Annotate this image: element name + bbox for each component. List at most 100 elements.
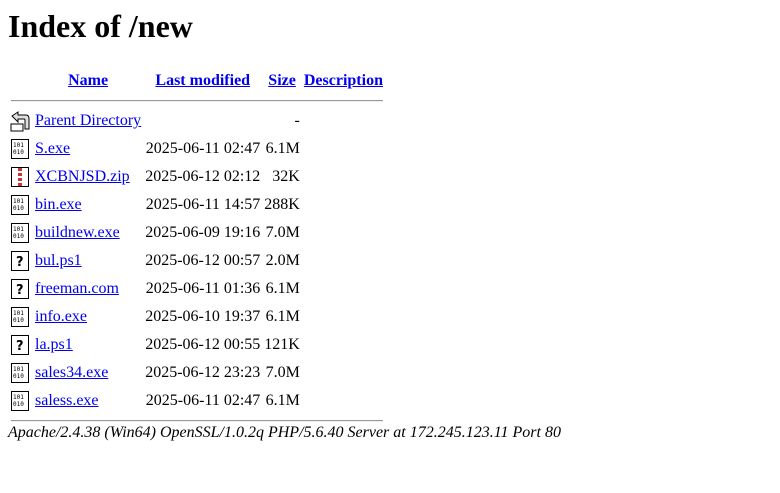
modified-cell: 2025-06-12 00:55 [145, 336, 261, 353]
table-row: ? bul.ps1 2025-06-12 00:57 2.0M [10, 248, 384, 274]
icon-cell: 101 010 [10, 220, 32, 246]
description-cell [303, 276, 384, 302]
table-row: 101 010 S.exe 2025-06-11 02:47 6.1M [10, 136, 384, 162]
binary-icon: 101010 [11, 223, 29, 243]
file-link[interactable]: bin.exe [35, 196, 82, 213]
icon-cell: ? [10, 276, 32, 302]
icon-cell: 101 010 [10, 304, 32, 330]
unknown-file-icon: ? [11, 335, 29, 355]
modified-cell: 2025-06-09 19:16 [145, 224, 261, 241]
binary-icon: 101010 [11, 363, 29, 383]
table-row: ? la.ps1 2025-06-12 00:55 121K [10, 332, 384, 358]
page-title: Index of /new [8, 8, 193, 44]
file-link[interactable]: info.exe [35, 308, 87, 325]
binary-icon: 101010 [11, 195, 29, 215]
column-header-description[interactable]: Description [303, 68, 384, 94]
svg-text:?: ? [16, 283, 24, 298]
svg-text:101: 101 [13, 310, 24, 317]
svg-text:010: 010 [13, 373, 24, 380]
compressed-icon [11, 167, 29, 187]
table-row: 101 010 saless.exe 2025-06-11 02:47 6.1M [10, 388, 384, 414]
column-header-last-modified[interactable]: Last modified [144, 68, 261, 94]
column-header-size[interactable]: Size [263, 68, 301, 94]
svg-text:010: 010 [13, 233, 24, 240]
server-signature: Apache/2.4.38 (Win64) OpenSSL/1.0.2q PHP… [8, 424, 561, 441]
unknown-file-icon: ? [11, 251, 29, 271]
description-cell [303, 164, 384, 190]
table-row: 101 010 info.exe 2025-06-10 19:37 6.1M [10, 304, 384, 330]
icon-cell [10, 108, 32, 134]
file-link[interactable]: la.ps1 [35, 336, 73, 353]
file-link[interactable]: S.exe [35, 140, 70, 157]
modified-cell: 2025-06-11 01:36 [145, 280, 261, 297]
icon-cell: ? [10, 248, 32, 274]
modified-cell: 2025-06-11 14:57 [145, 196, 261, 213]
parent-directory-link[interactable]: Parent Directory [35, 112, 141, 129]
icon-cell: 101 010 [10, 388, 32, 414]
binary-icon: 101010 [11, 307, 29, 327]
file-link[interactable]: XCBNJSD.zip [35, 168, 130, 185]
divider [11, 100, 383, 102]
file-listing-table: Name Last modified Size Description Pare… [8, 66, 386, 428]
svg-text:101: 101 [13, 198, 24, 205]
size-cell: 32K [272, 168, 300, 185]
parent-directory-row: Parent Directory - [10, 108, 384, 134]
svg-text:010: 010 [13, 401, 24, 408]
header-icon-cell [10, 68, 32, 94]
table-row: ? freeman.com 2025-06-11 01:36 6.1M [10, 276, 384, 302]
description-cell [303, 192, 384, 218]
modified-cell: 2025-06-12 00:57 [145, 252, 261, 269]
svg-text:010: 010 [13, 205, 24, 212]
modified-cell: 2025-06-11 02:47 [145, 140, 261, 157]
size-cell: 7.0M [265, 224, 300, 241]
size-cell: 288K [264, 196, 300, 213]
file-link[interactable]: saless.exe [35, 392, 99, 409]
parent-description-cell [303, 108, 384, 134]
table-row: 101 010 sales34.exe 2025-06-12 23:23 7.0M [10, 360, 384, 386]
size-cell: 6.1M [265, 280, 300, 297]
size-cell: 7.0M [265, 364, 300, 381]
icon-cell: ? [10, 332, 32, 358]
description-cell [303, 360, 384, 386]
table-row: 101 010 bin.exe 2025-06-11 14:57 288K [10, 192, 384, 218]
description-cell [303, 220, 384, 246]
parent-size-cell: - [294, 112, 300, 129]
size-cell: 6.1M [265, 392, 300, 409]
modified-cell: 2025-06-11 02:47 [145, 392, 261, 409]
size-cell: 6.1M [265, 140, 300, 157]
binary-icon: 101010 [11, 139, 29, 159]
file-link[interactable]: bul.ps1 [35, 252, 82, 269]
back-icon [10, 111, 30, 132]
svg-text:?: ? [16, 339, 24, 354]
size-cell: 2.0M [265, 252, 300, 269]
description-cell [303, 248, 384, 274]
modified-cell: 2025-06-10 19:37 [145, 308, 261, 325]
svg-text:010: 010 [13, 149, 24, 156]
icon-cell [10, 164, 32, 190]
svg-text:010: 010 [13, 317, 24, 324]
svg-text:101: 101 [13, 142, 24, 149]
description-cell [303, 304, 384, 330]
column-header-name[interactable]: Name [34, 68, 142, 94]
size-cell: 121K [264, 336, 300, 353]
sort-by-last-modified-link[interactable]: Last modified [155, 72, 250, 89]
file-link[interactable]: buildnew.exe [35, 224, 120, 241]
top-divider-row [10, 96, 384, 106]
parent-modified-cell [144, 108, 261, 134]
file-link[interactable]: sales34.exe [35, 364, 108, 381]
description-cell [303, 332, 384, 358]
sort-by-size-link[interactable]: Size [268, 72, 296, 89]
svg-text:101: 101 [13, 394, 24, 401]
file-link[interactable]: freeman.com [35, 280, 119, 297]
sort-by-description-link[interactable]: Description [304, 72, 383, 89]
sort-by-name-link[interactable]: Name [68, 72, 108, 89]
divider [11, 420, 383, 422]
svg-text:101: 101 [13, 226, 24, 233]
modified-cell: 2025-06-12 02:12 [145, 168, 261, 185]
size-cell: 6.1M [265, 308, 300, 325]
icon-cell: 101 010 [10, 136, 32, 162]
table-row: XCBNJSD.zip 2025-06-12 02:12 32K [10, 164, 384, 190]
icon-cell: 101 010 [10, 192, 32, 218]
description-cell [303, 388, 384, 414]
table-row: 101 010 buildnew.exe 2025-06-09 19:16 7.0M [10, 220, 384, 246]
